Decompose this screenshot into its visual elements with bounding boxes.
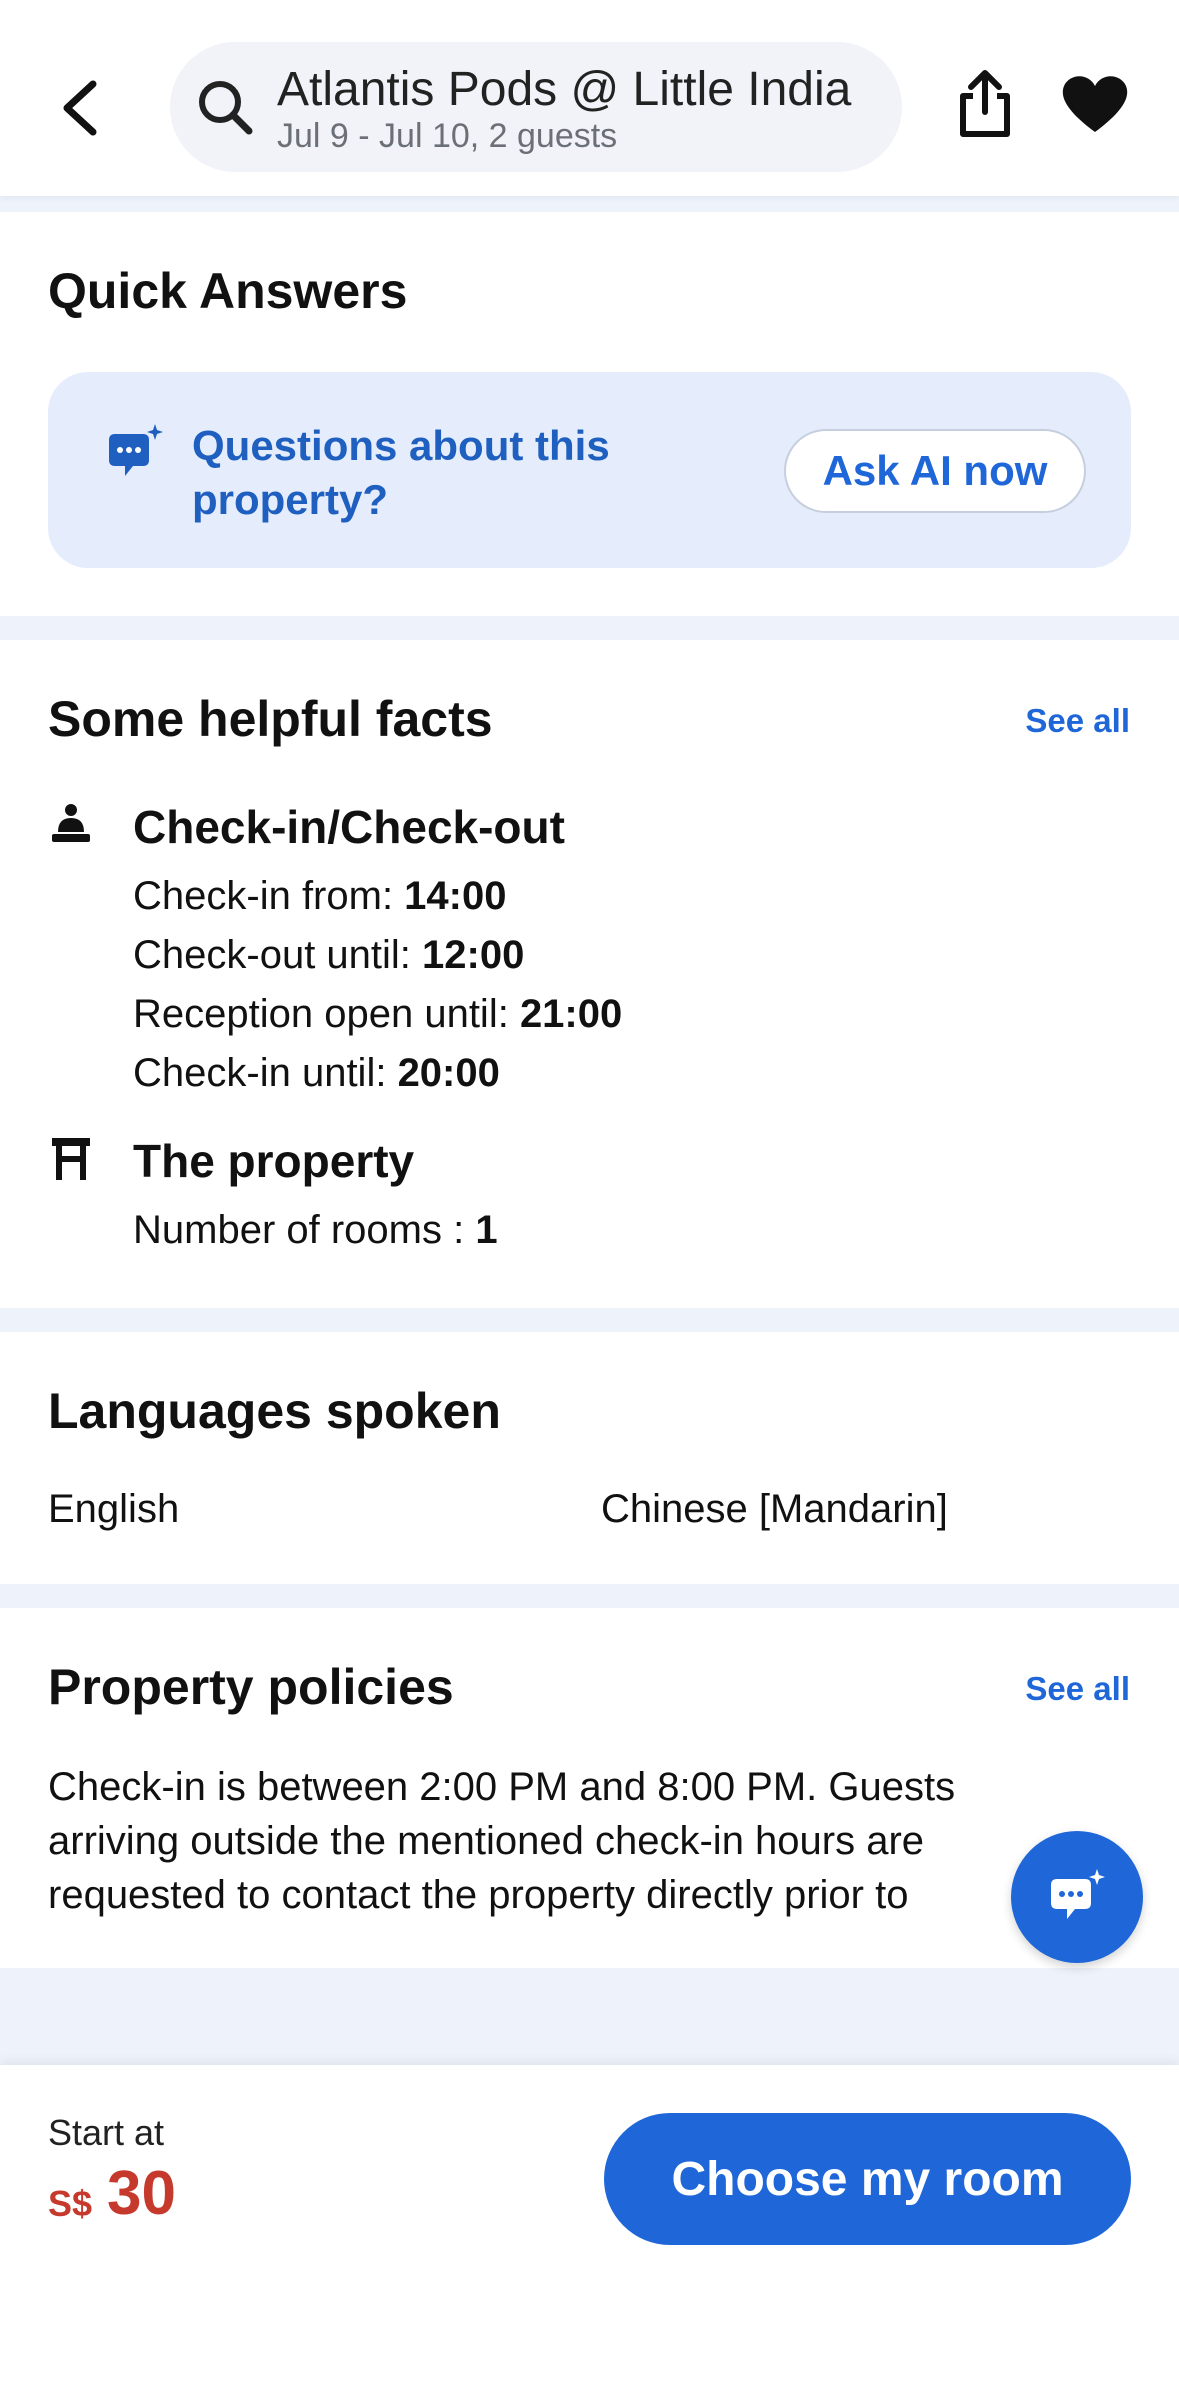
reception-open-line: Reception open until: 21:00 (133, 992, 623, 1036)
checkin-from-line: Check-in from: 14:00 (133, 874, 507, 918)
price-currency: S$ (48, 2183, 93, 2224)
language-item: Chinese [Mandarin] (601, 1487, 948, 1531)
languages-section: Languages spoken (0, 1332, 1179, 1584)
number-of-rooms-line: Number of rooms : 1 (133, 1208, 498, 1252)
policies-heading: Property policies (48, 1659, 454, 1715)
language-item: English (48, 1487, 180, 1531)
quick-answers-heading: Quick Answers (48, 263, 408, 319)
policy-summary-text: Check-in is between 2:00 PM and 8:00 PM.… (48, 1765, 956, 1917)
ask-ai-prompt: Questions about this property? (192, 422, 610, 523)
checkin-until-line: Check-in until: 20:00 (133, 1051, 500, 1095)
ask-ai-banner: Questions about this property? Ask AI no… (48, 372, 1131, 568)
helpful-facts-see-all-link[interactable]: See all (1025, 702, 1130, 740)
ai-chat-icon (1051, 1869, 1105, 1919)
share-icon[interactable] (955, 68, 1015, 140)
property-name: Atlantis Pods @ Little India (277, 63, 852, 116)
top-bar: Atlantis Pods @ Little India Jul 9 - Jul… (0, 0, 1179, 196)
languages-heading: Languages spoken (48, 1383, 501, 1439)
ask-ai-button[interactable]: Ask AI now (784, 429, 1086, 513)
price-value: 30 (107, 2159, 176, 2228)
search-summary-bar[interactable]: Atlantis Pods @ Little India Jul 9 - Jul… (170, 42, 902, 172)
back-arrow-icon[interactable] (55, 78, 105, 138)
property-title: The property (133, 1135, 415, 1187)
ai-chat-icon (109, 424, 163, 476)
policies-see-all-link[interactable]: See all (1025, 1670, 1130, 1708)
search-icon (199, 81, 253, 135)
quick-answers-section: Quick Answers Questions about this prope… (0, 212, 1179, 616)
checkout-until-line: Check-out until: 12:00 (133, 933, 525, 977)
favorite-heart-icon[interactable] (1060, 72, 1130, 136)
booking-footer: Start at S$ 30 Choose my room (0, 2065, 1179, 2396)
helpful-facts-section: Some helpful facts See all Check-in/Chec… (0, 640, 1179, 1308)
start-at-label: Start at (48, 2112, 165, 2153)
ai-chat-fab-button[interactable] (1011, 1831, 1143, 1963)
reception-bell-icon (52, 804, 90, 842)
building-icon (52, 1138, 90, 1180)
helpful-facts-heading: Some helpful facts (48, 691, 493, 747)
choose-my-room-button[interactable]: Choose my room (604, 2113, 1131, 2245)
stay-dates-guests: Jul 9 - Jul 10, 2 guests (277, 117, 618, 155)
checkin-checkout-title: Check-in/Check-out (133, 801, 565, 853)
